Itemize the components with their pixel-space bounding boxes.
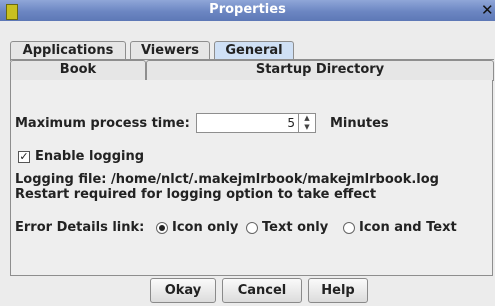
- radio-text-only-label[interactable]: Text only: [262, 220, 328, 235]
- chevron-down-icon[interactable]: ▼: [299, 123, 315, 132]
- max-process-value[interactable]: 5: [287, 116, 295, 130]
- max-process-spinner[interactable]: 5 ▲ ▼: [196, 113, 316, 133]
- tab-book-label[interactable]: Book: [10, 62, 146, 77]
- radio-icon-and-text-label[interactable]: Icon and Text: [359, 220, 457, 235]
- chevron-up-icon[interactable]: ▲: [299, 114, 315, 123]
- window-title: Properties: [209, 2, 286, 17]
- tab-viewers-label[interactable]: Viewers: [130, 43, 210, 58]
- radio-text-only[interactable]: [246, 222, 258, 234]
- spinner-buttons: ▲ ▼: [298, 114, 315, 132]
- restart-required-text: Restart required for logging option to t…: [15, 187, 377, 202]
- tab-applications-label[interactable]: Applications: [10, 43, 126, 58]
- title-bar[interactable]: Properties ✕: [0, 0, 495, 21]
- cancel-button[interactable]: Cancel: [222, 278, 302, 303]
- enable-logging-label[interactable]: Enable logging: [35, 149, 144, 164]
- max-process-label: Maximum process time:: [15, 116, 190, 131]
- radio-icon-only-label[interactable]: Icon only: [172, 220, 238, 235]
- tab-startup-directory-label[interactable]: Startup Directory: [146, 62, 494, 77]
- help-button[interactable]: Help: [308, 278, 368, 303]
- logging-file-text: Logging file: /home/nlct/.makejmlrbook/m…: [15, 172, 439, 187]
- tab-general-label[interactable]: General: [214, 43, 294, 58]
- radio-icon-only[interactable]: [156, 222, 168, 234]
- radio-icon-and-text[interactable]: [343, 222, 355, 234]
- error-details-label: Error Details link:: [15, 220, 145, 235]
- okay-button[interactable]: Okay: [150, 278, 216, 303]
- max-process-unit: Minutes: [330, 116, 389, 131]
- close-icon[interactable]: ✕: [481, 1, 494, 19]
- enable-logging-checkbox[interactable]: ✓: [18, 151, 30, 163]
